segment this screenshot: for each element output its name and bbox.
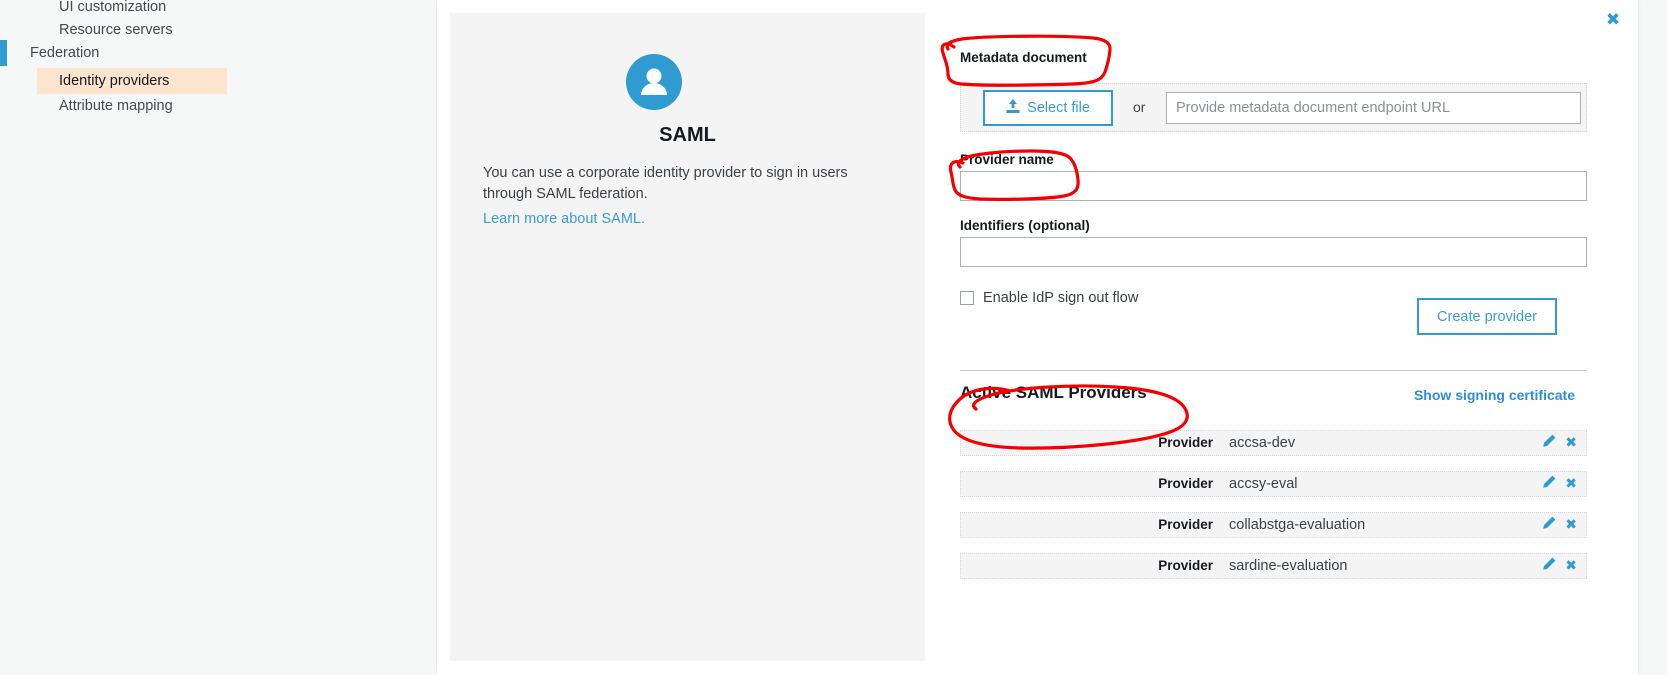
learn-more-link[interactable]: Learn more about SAML. [483, 211, 645, 227]
metadata-url-input[interactable] [1166, 92, 1581, 124]
metadata-document-label: Metadata document [960, 50, 1087, 65]
sidebar-item-federation[interactable]: Federation [30, 40, 99, 66]
table-row[interactable]: Provider accsa-dev ✖ [960, 430, 1587, 456]
close-icon[interactable]: ✖ [1605, 12, 1621, 29]
section-divider [960, 370, 1587, 371]
provider-row-value: accsy-eval [1229, 476, 1298, 492]
create-provider-button[interactable]: Create provider [1417, 298, 1557, 335]
close-delete-icon[interactable]: ✖ [1565, 436, 1577, 450]
provider-row-label: Provider [1158, 476, 1213, 491]
close-delete-icon[interactable]: ✖ [1565, 518, 1577, 532]
create-provider-label: Create provider [1437, 308, 1537, 325]
close-delete-icon[interactable]: ✖ [1565, 477, 1577, 491]
select-file-label: Select file [1027, 100, 1090, 116]
sidebar-navigation: UI customization Resource servers Federa… [0, 0, 437, 675]
enable-idp-signout-label: Enable IdP sign out flow [983, 290, 1139, 306]
sidebar-item-label: UI customization [59, 0, 167, 15]
saml-description: You can use a corporate identity provide… [483, 165, 848, 202]
provider-name-input[interactable] [960, 171, 1587, 201]
provider-row-actions: ✖ [1542, 513, 1577, 537]
table-row[interactable]: Provider collabstga-evaluation ✖ [960, 512, 1587, 538]
saml-info-card: SAML You can use a corporate identity pr… [450, 13, 925, 661]
pencil-edit-icon[interactable] [1542, 434, 1556, 452]
provider-row-value: collabstga-evaluation [1229, 517, 1366, 533]
provider-row-label: Provider [1158, 435, 1213, 450]
provider-row-actions: ✖ [1542, 431, 1577, 455]
pencil-edit-icon[interactable] [1542, 516, 1556, 534]
sidebar-item-attribute-mapping[interactable]: Attribute mapping [59, 93, 173, 119]
table-row[interactable]: Provider accsy-eval ✖ [960, 471, 1587, 497]
app-root: UI customization Resource servers Federa… [0, 0, 1667, 675]
identifiers-input[interactable] [960, 237, 1587, 267]
pencil-edit-icon[interactable] [1542, 475, 1556, 493]
provider-row-actions: ✖ [1542, 472, 1577, 496]
enable-idp-signout-row[interactable]: Enable IdP sign out flow [960, 290, 1138, 306]
upload-icon [1006, 98, 1020, 118]
select-file-button[interactable]: Select file [983, 90, 1113, 126]
sidebar-item-label: Resource servers [59, 22, 173, 38]
metadata-dropzone[interactable]: Select file or [960, 83, 1587, 132]
or-separator-label: or [1133, 99, 1146, 115]
provider-row-actions: ✖ [1542, 554, 1577, 578]
sidebar-active-section-marker [0, 40, 7, 66]
identifiers-label: Identifiers (optional) [960, 218, 1090, 233]
user-avatar-icon [626, 54, 682, 110]
table-row[interactable]: Provider sardine-evaluation ✖ [960, 553, 1587, 579]
identity-provider-panel: ✖ SAML You can use a corporate identity … [437, 0, 1638, 675]
provider-row-label: Provider [1158, 517, 1213, 532]
provider-row-label: Provider [1158, 558, 1213, 573]
provider-row-value: sardine-evaluation [1229, 558, 1348, 574]
sidebar-item-label: Identity providers [59, 73, 170, 89]
provider-row-value: accsa-dev [1229, 435, 1296, 451]
provider-name-label: Provider name [960, 152, 1054, 167]
show-signing-certificate-link[interactable]: Show signing certificate [948, 387, 1575, 403]
page-title: SAML [659, 124, 716, 146]
close-delete-icon[interactable]: ✖ [1565, 559, 1577, 573]
pencil-edit-icon[interactable] [1542, 557, 1556, 575]
sidebar-item-label: Federation [30, 45, 100, 61]
sidebar-item-label: Attribute mapping [59, 98, 173, 114]
active-providers-list: Provider accsa-dev ✖ Provider accsy-eval [960, 430, 1587, 594]
enable-idp-signout-checkbox[interactable] [960, 291, 974, 305]
sidebar-item-identity-providers[interactable]: Identity providers [37, 68, 227, 94]
